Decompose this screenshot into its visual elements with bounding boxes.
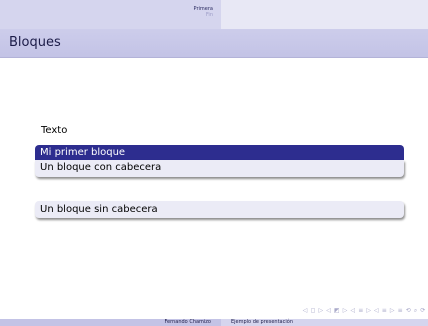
block-title: Mi primer bloque [35,145,404,160]
section-link-fin[interactable]: Fin [194,12,213,18]
frame-title: Bloques [9,35,61,50]
block-body: Un bloque sin cabecera [35,201,404,218]
footline-title: Ejemplo de presentación [231,319,293,325]
headline-left: Primera Fin [0,0,221,29]
frame-title-bar: Bloques [0,29,428,58]
navigation-symbols[interactable]: ◁ ◻ ▷ ◁ ◩ ▷ ◁ ≡ ▷ ◁ ≡ ▷ ≡ ⟲ ⌕ ⟳ [303,307,426,315]
block-without-header: Un bloque sin cabecera [35,201,404,218]
block-body: Un bloque con cabecera [35,160,404,177]
footline-right: Ejemplo de presentación [221,319,428,326]
section-navigation: Primera Fin [194,6,213,18]
headline-right [221,0,428,29]
headline-bar: Primera Fin [0,0,428,29]
footline-bar: Fernando Chamizo Ejemplo de presentación [0,319,428,326]
body-text: Texto [41,125,68,136]
footline-left: Fernando Chamizo [0,319,221,326]
footline-author: Fernando Chamizo [164,319,211,325]
block-with-header: Mi primer bloque Un bloque con cabecera [35,145,404,177]
